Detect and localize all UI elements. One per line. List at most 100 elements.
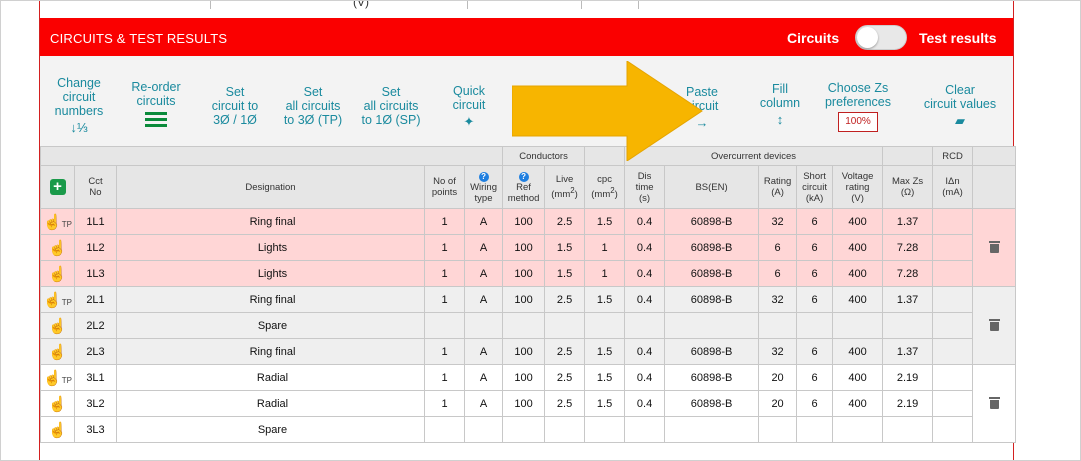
hand-pointer-icon[interactable]: ☝ bbox=[48, 240, 67, 257]
wiring-cell[interactable] bbox=[463, 416, 504, 443]
points-cell[interactable]: 1 bbox=[424, 286, 465, 313]
maxzs-cell[interactable]: 1.37 bbox=[882, 338, 934, 365]
hand-pointer-icon[interactable]: ☝ bbox=[48, 266, 67, 283]
table-row[interactable]: ☝TP 1L1 Ring final 1 A 100 2.5 1.5 0.4 60898-B 32 6… bbox=[40, 208, 1017, 287]
bs-cell[interactable]: 60898-B bbox=[664, 364, 760, 391]
rating-cell[interactable] bbox=[758, 312, 798, 339]
rating-cell[interactable]: 6 bbox=[758, 234, 798, 261]
idn-cell[interactable] bbox=[932, 312, 974, 339]
select-circuit-cell[interactable]: ☝TP bbox=[40, 286, 75, 313]
voltage-cell[interactable]: 400 bbox=[832, 338, 884, 365]
table-row[interactable]: ☝ 3L3 Spare bbox=[40, 416, 1016, 443]
ref-cell[interactable]: 100 bbox=[502, 338, 546, 365]
points-cell[interactable]: 1 bbox=[424, 338, 465, 365]
cpc-cell[interactable]: 1.5 bbox=[584, 390, 626, 417]
rating-cell[interactable]: 6 bbox=[758, 260, 798, 287]
cpc-cell[interactable]: 1 bbox=[584, 260, 626, 287]
live-cell[interactable]: 2.5 bbox=[544, 208, 586, 235]
maxzs-cell[interactable]: 2.19 bbox=[882, 364, 934, 391]
maxzs-cell[interactable]: 7.28 bbox=[882, 260, 934, 287]
trash-icon[interactable] bbox=[988, 396, 1000, 409]
idn-cell[interactable] bbox=[932, 234, 974, 261]
table-row[interactable]: ☝ 1L2 Lights 1 A 100 1.5 1 0.4 60898-B 6 6 400 7.28 bbox=[40, 234, 1016, 261]
wiring-cell[interactable]: A bbox=[463, 208, 504, 235]
voltage-cell[interactable]: 400 bbox=[832, 208, 884, 235]
idn-cell[interactable] bbox=[932, 416, 974, 443]
maxzs-cell[interactable]: 2.19 bbox=[882, 390, 934, 417]
designation-cell[interactable]: Ring final bbox=[116, 286, 425, 313]
rating-cell[interactable]: 32 bbox=[758, 208, 798, 235]
wiring-cell[interactable]: A bbox=[463, 260, 504, 287]
maxzs-cell[interactable]: 1.37 bbox=[882, 208, 934, 235]
live-cell[interactable]: 1.5 bbox=[544, 260, 586, 287]
delete-group-cell[interactable] bbox=[972, 208, 1017, 287]
table-row[interactable]: ☝TP 3L1 Radial 1 A 100 2.5 1.5 0.4 60898-B 20 6 400 2… bbox=[40, 364, 1017, 443]
hand-pointer-icon[interactable]: ☝ bbox=[43, 370, 62, 387]
designation-cell[interactable]: Lights bbox=[116, 260, 425, 287]
maxzs-cell[interactable]: 7.28 bbox=[882, 234, 934, 261]
select-circuit-cell[interactable]: ☝ bbox=[40, 312, 75, 339]
short-cell[interactable]: 6 bbox=[796, 364, 834, 391]
voltage-cell[interactable]: 400 bbox=[832, 234, 884, 261]
cpc-cell[interactable]: 1.5 bbox=[584, 338, 626, 365]
points-cell[interactable] bbox=[424, 312, 465, 339]
set-all-circuits-3-phase-button[interactable]: Set all circuits to 3Ø (TP) bbox=[278, 85, 348, 127]
rating-cell[interactable]: 20 bbox=[758, 364, 798, 391]
rating-cell[interactable]: 32 bbox=[758, 338, 798, 365]
bs-cell[interactable] bbox=[664, 416, 760, 443]
table-row[interactable]: ☝ 3L2 Radial 1 A 100 2.5 1.5 0.4 60898-B 20 6 400 2.1… bbox=[40, 390, 1016, 417]
short-cell[interactable]: 6 bbox=[796, 234, 834, 261]
select-circuit-cell[interactable]: ☝ bbox=[40, 338, 75, 365]
select-circuit-cell[interactable]: ☝ bbox=[40, 234, 75, 261]
select-circuit-cell[interactable]: ☝TP bbox=[40, 364, 75, 391]
dis-cell[interactable]: 0.4 bbox=[624, 234, 666, 261]
idn-cell[interactable] bbox=[932, 208, 974, 235]
idn-cell[interactable] bbox=[932, 338, 974, 365]
change-circuit-numbers-button[interactable]: Change circuit numbers ↓⅓ bbox=[52, 76, 106, 135]
hand-pointer-icon[interactable]: ☝ bbox=[48, 422, 67, 439]
table-row[interactable]: ☝ 2L2 Spare bbox=[40, 312, 1016, 339]
points-cell[interactable]: 1 bbox=[424, 364, 465, 391]
wiring-cell[interactable]: A bbox=[463, 364, 504, 391]
short-cell[interactable]: 6 bbox=[796, 260, 834, 287]
ref-cell[interactable] bbox=[502, 312, 546, 339]
select-circuit-cell[interactable]: ☝ bbox=[40, 416, 75, 443]
fill-column-button[interactable]: Fill column ↕ bbox=[750, 82, 810, 127]
maxzs-cell[interactable]: 1.37 bbox=[882, 286, 934, 313]
points-cell[interactable]: 1 bbox=[424, 234, 465, 261]
maxzs-cell[interactable] bbox=[882, 312, 934, 339]
idn-cell[interactable] bbox=[932, 260, 974, 287]
cpc-cell[interactable] bbox=[584, 312, 626, 339]
bs-cell[interactable]: 60898-B bbox=[664, 260, 760, 287]
bs-cell[interactable]: 60898-B bbox=[664, 234, 760, 261]
short-cell[interactable]: 6 bbox=[796, 286, 834, 313]
dis-cell[interactable]: 0.4 bbox=[624, 364, 666, 391]
toggle-knob[interactable] bbox=[857, 27, 878, 48]
dis-cell[interactable]: 0.4 bbox=[624, 208, 666, 235]
voltage-cell[interactable]: 400 bbox=[832, 260, 884, 287]
ref-cell[interactable] bbox=[502, 416, 546, 443]
hand-pointer-icon[interactable]: ☝ bbox=[43, 214, 62, 231]
short-cell[interactable] bbox=[796, 312, 834, 339]
voltage-cell[interactable]: 400 bbox=[832, 286, 884, 313]
table-row[interactable]: ☝ 1L3 Lights 1 A 100 1.5 1 0.4 60898-B 6 6 400 7.28 bbox=[40, 260, 1016, 287]
maxzs-cell[interactable] bbox=[882, 416, 934, 443]
live-cell[interactable]: 2.5 bbox=[544, 338, 586, 365]
select-circuit-cell[interactable]: ☝ bbox=[40, 390, 75, 417]
short-cell[interactable]: 6 bbox=[796, 338, 834, 365]
live-cell[interactable]: 2.5 bbox=[544, 390, 586, 417]
table-row[interactable]: ☝ 2L3 Ring final 1 A 100 2.5 1.5 0.4 60898-B 32 6 40… bbox=[40, 338, 1016, 365]
hand-pointer-icon[interactable]: ☝ bbox=[48, 318, 67, 335]
live-cell[interactable] bbox=[544, 416, 586, 443]
delete-group-cell[interactable] bbox=[972, 286, 1017, 365]
live-cell[interactable] bbox=[544, 312, 586, 339]
voltage-cell[interactable]: 400 bbox=[832, 364, 884, 391]
select-circuit-cell[interactable]: ☝ bbox=[40, 260, 75, 287]
hand-pointer-icon[interactable]: ☝ bbox=[43, 292, 62, 309]
wiring-cell[interactable]: A bbox=[463, 390, 504, 417]
designation-cell[interactable]: Radial bbox=[116, 390, 425, 417]
help-icon[interactable]: ? bbox=[518, 171, 529, 182]
voltage-cell[interactable] bbox=[832, 312, 884, 339]
delete-group-cell[interactable] bbox=[972, 364, 1017, 443]
view-toggle-switch[interactable] bbox=[855, 25, 907, 50]
